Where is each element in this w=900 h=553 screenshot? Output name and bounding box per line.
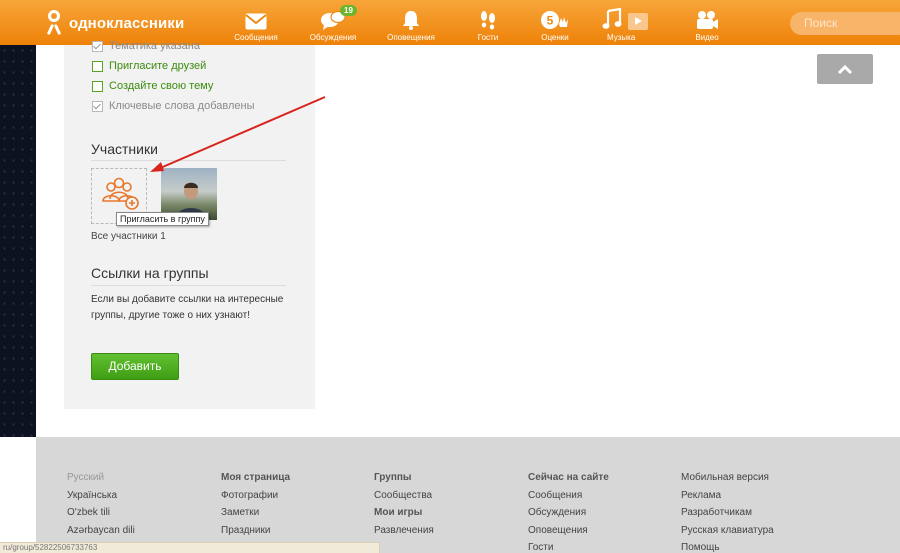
nav-discussions[interactable]: 19 Обсуждения [303,5,363,42]
checkbox-checked-icon [92,40,103,52]
music-note-icon [595,8,655,30]
all-members-link[interactable]: Все участники 1 [91,231,166,242]
language-link[interactable]: Azərbaycan dili [67,522,135,540]
checklist-item-topic: Тематика указана [92,40,200,52]
nav-messages[interactable]: Сообщения [226,8,286,42]
divider [91,285,286,286]
nav-guests[interactable]: Гости [458,8,518,42]
bell-icon [381,8,441,30]
checklist-item-create-topic[interactable]: Создайте свою тему [92,80,213,92]
ok-logo-icon [45,9,63,37]
footer-link[interactable]: Мобильная версия [681,469,774,487]
brand-name: одноклассники [69,14,185,32]
footer-link[interactable]: Развлечения [374,522,434,540]
checkbox-empty-icon [92,60,103,72]
discussions-count-badge: 19 [340,5,357,16]
footer-link[interactable]: Оповещения [528,522,609,540]
footer-heading[interactable]: Мои игры [374,504,434,522]
envelope-icon [226,8,286,30]
footer-link[interactable]: Русская клавиатура [681,522,774,540]
footer-link[interactable]: Сообщества [374,487,434,505]
browser-status-url: ru/group/52822506733763 [0,542,380,553]
footer-groups: Группы Сообщества Мои игры Развлечения [374,469,434,539]
group-links-description: Если вы добавите ссылки на интересные гр… [91,294,284,321]
rating-five-icon: 5 [525,8,585,30]
footer-heading: Сейчас на сайте [528,472,609,483]
site-logo[interactable]: одноклассники [45,9,184,37]
background-strip [0,45,36,437]
scroll-to-top-button[interactable] [817,54,873,84]
nav-notifications[interactable]: Оповещения [381,8,441,42]
nav-video[interactable]: Видео [677,8,737,42]
footer-my-page: Моя страница Фотографии Заметки Праздник… [221,469,290,539]
footer-link[interactable]: Гости [528,539,609,553]
language-link[interactable]: O'zbek tili [67,504,135,522]
add-link-button[interactable]: Добавить [91,353,179,380]
checklist-item-invite-friends[interactable]: Пригласите друзей [92,60,206,72]
footprints-icon [458,8,518,30]
svg-text:5: 5 [547,14,554,28]
footer-link[interactable]: Обсуждения [528,504,609,522]
top-navigation-bar: одноклассники Сообщения 19 Обсуждения Оп… [0,0,900,45]
footer-link[interactable]: Фотографии [221,487,290,505]
search-input[interactable]: Поиск [790,12,900,35]
language-link[interactable]: Русский [67,469,135,487]
footer-link[interactable]: Заметки [221,504,290,522]
music-play-icon[interactable] [628,13,648,30]
language-link[interactable]: Українська [67,487,135,505]
checkbox-checked-icon [92,100,103,112]
nav-music[interactable]: Музыка [595,8,655,42]
checklist-item-keywords: Ключевые слова добавлены [92,100,254,112]
footer-link[interactable]: Сообщения [528,487,609,505]
checkbox-empty-icon [92,80,103,92]
footer-heading[interactable]: Моя страница [221,469,290,487]
footer-link[interactable]: Реклама [681,487,774,505]
nav-ratings[interactable]: 5 Оценки [525,8,585,42]
footer-link[interactable]: Помощь [681,539,774,553]
footer-heading[interactable]: Группы [374,469,434,487]
footer-misc: Мобильная версия Реклама Разработчикам Р… [681,469,774,553]
footer-link[interactable]: Праздники [221,522,290,540]
chevron-up-icon [837,64,853,75]
video-camera-icon [677,8,737,30]
footer-now-on-site: Сейчас на сайте Сообщения Обсуждения Опо… [528,469,609,553]
group-links-heading: Ссылки на группы [91,265,209,281]
invite-tooltip: Пригласить в группу [116,212,209,226]
divider [91,160,286,161]
footer-languages: Русский Українська O'zbek tili Azərbayca… [67,469,135,539]
footer-link[interactable]: Разработчикам [681,504,774,522]
members-heading: Участники [91,141,158,157]
